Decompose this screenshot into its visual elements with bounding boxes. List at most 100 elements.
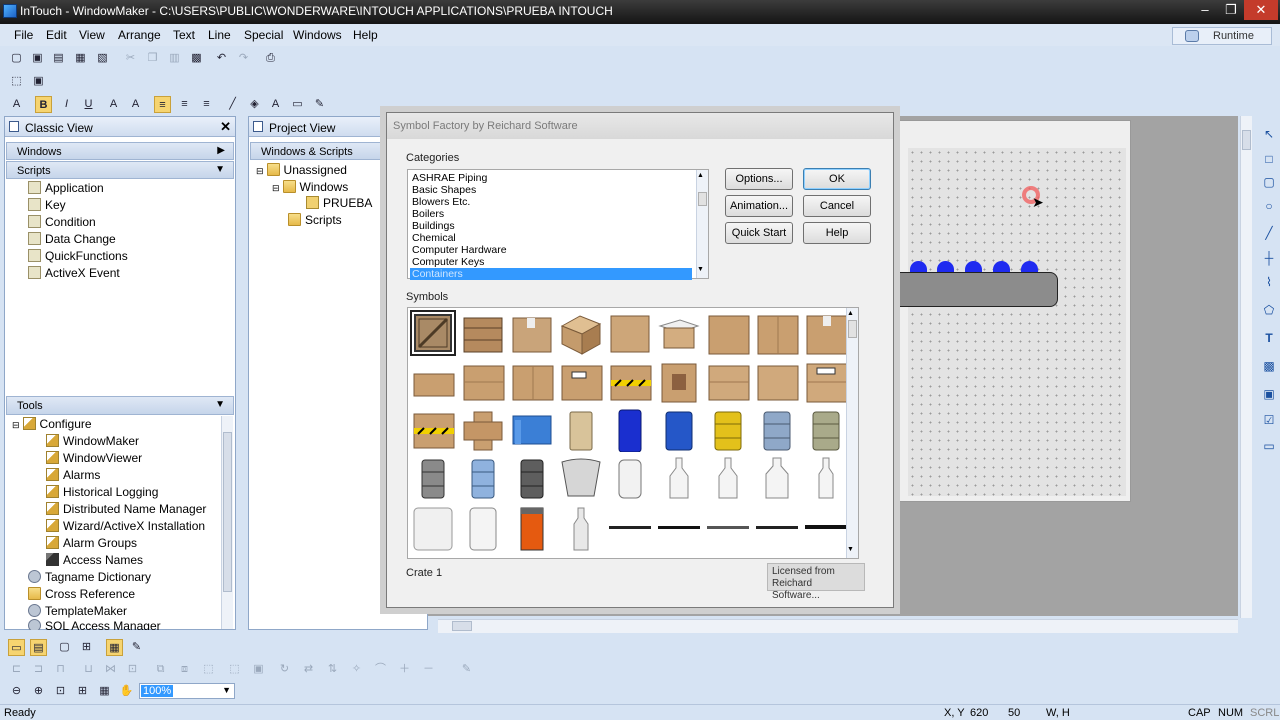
symbol-box-cross[interactable] <box>460 408 506 454</box>
symbol-pallet[interactable] <box>754 506 800 552</box>
symbol-jug[interactable] <box>607 456 653 502</box>
symbol-bottle[interactable] <box>656 456 702 502</box>
canvas-h-scrollbar[interactable] <box>438 619 1238 633</box>
menu-special[interactable]: Special <box>244 28 283 42</box>
category-item[interactable]: Basic Shapes <box>410 184 692 196</box>
draw-icon[interactable]: ✎ <box>128 639 145 656</box>
menu-arrange[interactable]: Arrange <box>118 28 161 42</box>
flip-v-icon[interactable]: ⇅ <box>324 661 341 678</box>
scroll-down-icon[interactable]: ▼ <box>697 266 704 273</box>
symbol-container-orange[interactable] <box>509 506 555 552</box>
symbol-bottle[interactable] <box>803 456 849 502</box>
fit-icon[interactable]: ⊞ <box>78 639 95 656</box>
symbol-jar[interactable] <box>460 506 506 552</box>
symbol-crate-1[interactable] <box>410 310 456 356</box>
zoom-to-fit-icon[interactable]: ⊡ <box>52 683 69 700</box>
menu-windows[interactable]: Windows <box>293 28 342 42</box>
line-tool-icon[interactable]: ╱ <box>1261 225 1277 241</box>
zoom-selection-icon[interactable]: ⊞ <box>74 683 91 700</box>
scripts-section-header[interactable]: Scripts ▼ <box>6 161 234 179</box>
scroll-up-icon[interactable]: ▲ <box>847 310 854 317</box>
symbol-pallet[interactable] <box>656 506 702 552</box>
pen-icon[interactable]: ✎ <box>311 96 328 113</box>
options-button[interactable]: Options... <box>725 168 793 190</box>
tools-section-header[interactable]: Tools ▼ <box>6 396 234 415</box>
tree-windows[interactable]: ⊟ Windows <box>272 180 348 197</box>
tree-window-prueba[interactable]: PRUEBA <box>306 196 372 213</box>
symbols-scrollbar[interactable]: ▲ ▼ <box>846 308 858 558</box>
make-cell-icon[interactable]: ▣ <box>250 661 267 678</box>
categories-scrollbar[interactable]: ▲ ▼ <box>696 170 708 278</box>
tool-alarms[interactable]: Alarms <box>46 468 100 485</box>
symbol-drum-lightblue[interactable] <box>460 456 506 502</box>
tool-cross-reference[interactable]: Cross Reference <box>28 587 135 604</box>
symbol-box-taped[interactable] <box>656 360 702 406</box>
enlarge-font-icon[interactable]: A <box>127 96 144 113</box>
category-item[interactable]: Computer Keys <box>410 256 692 268</box>
tile-view-icon[interactable]: ▭ <box>8 639 25 656</box>
symbol-drum-blue[interactable] <box>607 408 653 454</box>
cut-icon[interactable]: ✂ <box>122 50 139 67</box>
category-item[interactable]: ASHRAE Piping <box>410 172 692 184</box>
grid-icon[interactable]: ▦ <box>106 639 123 656</box>
button-tool-icon[interactable]: ▭ <box>1261 438 1277 454</box>
licensed-button[interactable]: Licensed from Reichard Software... <box>767 563 865 601</box>
duplicate-icon[interactable]: ▩ <box>188 50 205 67</box>
symbol-box[interactable] <box>754 312 800 358</box>
tools-scrollbar-thumb[interactable] <box>223 432 232 592</box>
symbol-box-hazard[interactable] <box>410 408 456 454</box>
windows-section-header[interactable]: Windows ▶ <box>6 142 234 160</box>
collapse-minus-icon[interactable]: ⊟ <box>256 166 264 176</box>
rounded-rect-tool-icon[interactable]: ▢ <box>1261 174 1277 190</box>
symbol-drum-dark[interactable] <box>509 456 555 502</box>
space-vertical-icon[interactable]: ⋈ <box>102 661 119 678</box>
symbol-jar[interactable] <box>410 506 456 552</box>
help-button[interactable]: Help <box>803 222 871 244</box>
symbol-box[interactable] <box>460 360 506 406</box>
symbol-drum-olive[interactable] <box>803 408 849 454</box>
list-view-icon[interactable]: ▤ <box>30 639 47 656</box>
polyline-tool-icon[interactable]: ⌇ <box>1261 274 1277 290</box>
scroll-down-icon[interactable]: ▼ <box>847 546 854 553</box>
window-color-icon[interactable]: ▭ <box>289 96 306 113</box>
wizard-tool-icon[interactable]: ☑ <box>1261 412 1277 428</box>
symbol-box-barcode[interactable] <box>803 360 849 406</box>
pencil-icon[interactable]: ✎ <box>458 661 475 678</box>
cancel-button[interactable]: Cancel <box>803 195 871 217</box>
menu-edit[interactable]: Edit <box>46 28 67 42</box>
symbol-box-hazard[interactable] <box>607 360 653 406</box>
symbol-open-box[interactable] <box>656 312 702 358</box>
save-icon[interactable]: ▦ <box>72 50 89 67</box>
symbol-spray-bottle[interactable] <box>558 506 604 552</box>
font-icon[interactable]: A <box>8 96 25 113</box>
select-icon[interactable]: ⬚ <box>8 73 25 90</box>
categories-list[interactable]: ASHRAE Piping Basic Shapes Blowers Etc. … <box>407 169 709 280</box>
open-icon[interactable]: ▣ <box>29 50 46 67</box>
quick-start-button[interactable]: Quick Start <box>725 222 793 244</box>
symbol-box-barcode[interactable] <box>558 360 604 406</box>
bitmap-tool-icon[interactable]: ▩ <box>1261 358 1277 374</box>
symbol-drum-tan[interactable] <box>558 408 604 454</box>
tree-scripts[interactable]: Scripts <box>288 213 342 230</box>
undo-icon[interactable]: ↶ <box>213 50 230 67</box>
script-item-application[interactable]: Application <box>28 181 104 198</box>
symbol-box[interactable] <box>754 360 800 406</box>
collapse-minus-icon[interactable]: ⊟ <box>12 420 20 430</box>
category-item[interactable]: Boilers <box>410 208 692 220</box>
align-center-obj-icon[interactable]: ⊐ <box>30 661 47 678</box>
symbol-box[interactable] <box>803 312 849 358</box>
symbol-box-3d[interactable] <box>558 312 604 358</box>
align-left-icon[interactable]: ≡ <box>154 96 171 113</box>
ok-button[interactable]: OK <box>803 168 871 190</box>
symbol-drum-blue[interactable] <box>656 408 702 454</box>
smooth-icon[interactable]: ⌒ <box>372 661 389 678</box>
animation-button[interactable]: Animation... <box>725 195 793 217</box>
script-item-quickfunctions[interactable]: QuickFunctions <box>28 249 128 266</box>
tools-scrollbar[interactable] <box>221 416 233 629</box>
symbol-pallet[interactable] <box>705 506 751 552</box>
ellipse-tool-icon[interactable]: ○ <box>1261 198 1277 214</box>
chevron-down-icon[interactable]: ▼ <box>222 685 231 695</box>
text-color-icon[interactable]: A <box>267 96 284 113</box>
symbol-drum-steel[interactable] <box>754 408 800 454</box>
underline-icon[interactable]: U <box>80 96 97 113</box>
